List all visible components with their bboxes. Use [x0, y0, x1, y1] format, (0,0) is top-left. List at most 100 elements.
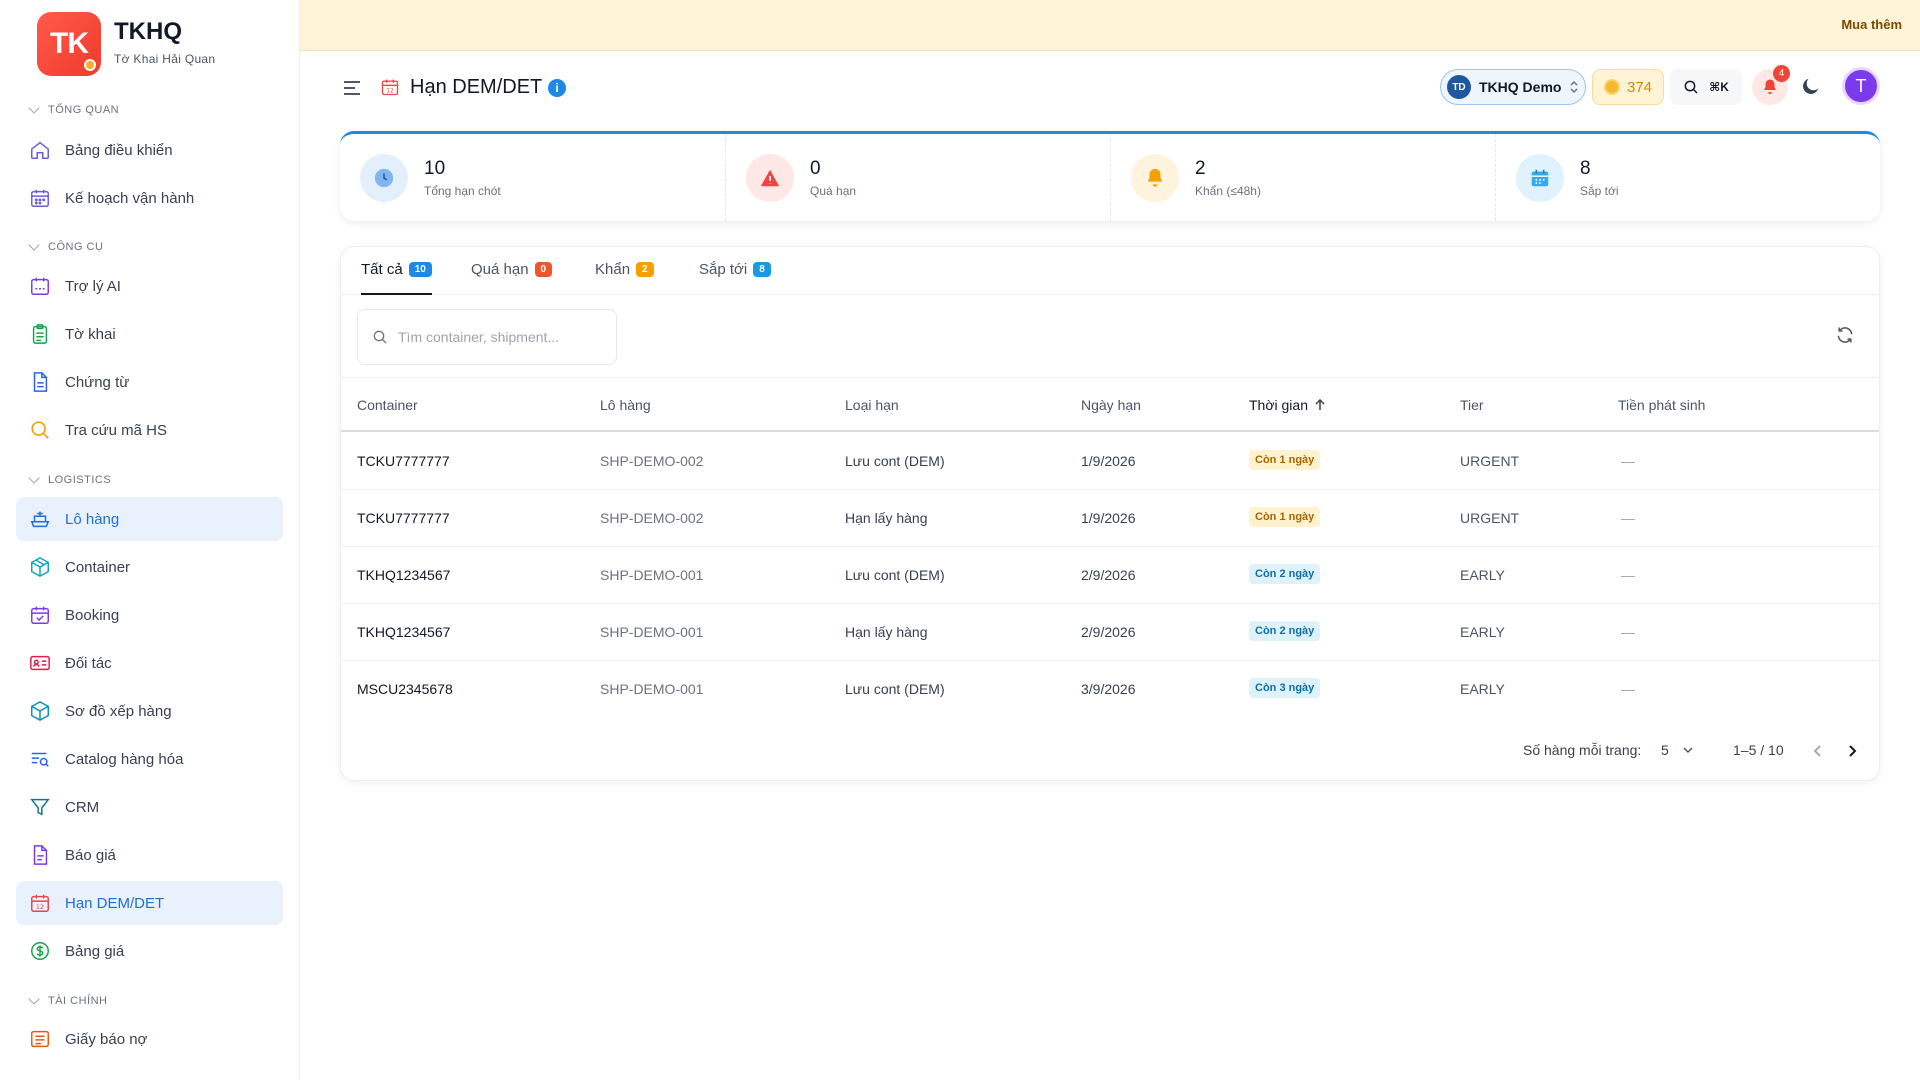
sidebar-item-operations-plan[interactable]: Kế hoạch vận hành: [16, 176, 283, 220]
svg-text:12: 12: [386, 88, 394, 94]
search-input[interactable]: [398, 329, 608, 345]
cell-deadline-type: Hạn lấy hàng: [845, 624, 928, 640]
page-header: 12 Hạn DEM/DET i TD TKHQ Demo 374 ⌘K 4 T: [300, 51, 1920, 131]
brand-subtitle: Tờ Khai Hải Quan: [114, 52, 216, 66]
cell-fees: —: [1621, 510, 1635, 526]
table-row[interactable]: TKHQ1234567 SHP-DEMO-001 Hạn lấy hàng 2/…: [341, 604, 1879, 661]
sidebar-item-debit-note[interactable]: Giấy báo nợ: [16, 1017, 283, 1061]
rows-per-page-select[interactable]: 5: [1661, 742, 1693, 758]
calendar-12-icon: 12: [381, 79, 399, 96]
sidebar-item-ai-assistant[interactable]: Trợ lý AI: [16, 264, 283, 308]
time-remaining-badge: Còn 3 ngày: [1249, 678, 1321, 698]
column-due-date[interactable]: Ngày hạn: [1081, 397, 1141, 413]
column-tier[interactable]: Tier: [1460, 397, 1484, 413]
cell-shipment[interactable]: SHP-DEMO-002: [600, 453, 703, 469]
moon-icon[interactable]: [1800, 75, 1822, 97]
sidebar-item-stowage-plan[interactable]: Sơ đồ xếp hàng: [16, 689, 283, 733]
sidebar-item-documents[interactable]: Chứng từ: [16, 360, 283, 404]
sidebar-item-shipments[interactable]: Lô hàng: [16, 497, 283, 541]
org-avatar: TD: [1447, 75, 1471, 99]
funnel-icon: [30, 798, 50, 816]
table-row[interactable]: TCKU7777777 SHP-DEMO-002 Lưu cont (DEM) …: [341, 433, 1879, 490]
brand-name: TKHQ: [114, 18, 182, 45]
organization-switcher[interactable]: TD TKHQ Demo: [1440, 69, 1586, 105]
column-fees[interactable]: Tiền phát sinh: [1618, 397, 1705, 413]
section-cong-cu[interactable]: CÔNG CỤ: [28, 239, 103, 253]
cell-due-date: 1/9/2026: [1081, 453, 1136, 469]
cell-tier: EARLY: [1460, 681, 1505, 697]
table-row[interactable]: TKHQ1234567 SHP-DEMO-001 Lưu cont (DEM) …: [341, 547, 1879, 604]
page-title: Hạn DEM/DET: [410, 76, 543, 98]
refresh-icon[interactable]: [1835, 325, 1855, 345]
stat-overdue: 0 Quá hạn: [725, 134, 1110, 221]
stat-label: Sắp tới: [1580, 183, 1619, 198]
tab-overdue[interactable]: Quá hạn 0: [471, 261, 553, 295]
org-name: TKHQ Demo: [1479, 79, 1562, 95]
table-row[interactable]: TCKU7777777 SHP-DEMO-002 Hạn lấy hàng 1/…: [341, 490, 1879, 547]
list-search-icon: [31, 752, 49, 767]
column-time-remaining[interactable]: Thời gian: [1249, 397, 1326, 413]
cell-tier: URGENT: [1460, 453, 1520, 469]
sidebar-item-dem-det[interactable]: 12 Hạn DEM/DET: [16, 881, 283, 925]
cell-shipment[interactable]: SHP-DEMO-002: [600, 510, 703, 526]
cell-fees: —: [1621, 567, 1635, 583]
brand-logo[interactable]: TK: [37, 12, 101, 76]
sidebar-item-booking[interactable]: Booking: [16, 593, 283, 637]
ship-icon: [30, 511, 50, 528]
cell-container: TCKU7777777: [357, 453, 450, 469]
stat-value: 8: [1580, 157, 1591, 179]
chevron-down-icon: [28, 102, 40, 114]
table-row[interactable]: MSCU2345678 SHP-DEMO-001 Lưu cont (DEM) …: [341, 661, 1879, 718]
command-search-button[interactable]: ⌘K: [1670, 69, 1742, 105]
buy-more-link[interactable]: Mua thêm: [1841, 17, 1902, 32]
credits-badge[interactable]: 374: [1592, 69, 1664, 105]
user-avatar[interactable]: T: [1842, 67, 1880, 105]
page-range: 1–5 / 10: [1733, 742, 1784, 758]
sidebar-item-partners[interactable]: Đối tác: [16, 641, 283, 685]
chevron-left-icon[interactable]: [1811, 744, 1825, 758]
box-icon: [31, 556, 49, 578]
filter-tabs: Tất cả 10 Quá hạn 0 Khẩn 2 Sắp tới 8: [341, 247, 1879, 295]
notifications-button[interactable]: 4: [1752, 65, 1790, 105]
chevron-down-icon: [28, 239, 40, 251]
stat-value: 2: [1195, 157, 1206, 179]
bell-icon: [1147, 168, 1163, 187]
stat-upcoming: 8 Sắp tới: [1495, 134, 1880, 221]
tab-urgent[interactable]: Khẩn 2: [595, 261, 654, 295]
cell-shipment[interactable]: SHP-DEMO-001: [600, 624, 703, 640]
receipt-icon: [31, 1030, 49, 1048]
stat-label: Quá hạn: [810, 183, 857, 198]
tab-upcoming[interactable]: Sắp tới 8: [699, 261, 771, 295]
sidebar-item-container[interactable]: Container: [16, 545, 283, 589]
calendar-icon: [31, 189, 49, 207]
file-icon: [33, 845, 48, 865]
rows-per-page-label: Số hàng mỗi trang:: [1523, 742, 1642, 758]
stat-urgent: 2 Khẩn (≤48h): [1110, 134, 1495, 221]
dollar-circle-icon: [31, 942, 49, 960]
cell-container: TKHQ1234567: [357, 567, 451, 583]
section-tong-quan[interactable]: TỔNG QUAN: [28, 102, 119, 116]
cell-shipment[interactable]: SHP-DEMO-001: [600, 681, 703, 697]
chevron-right-icon[interactable]: [1845, 744, 1859, 758]
sidebar-item-dashboard[interactable]: Bảng điều khiển: [16, 128, 283, 172]
sidebar-item-product-catalog[interactable]: Catalog hàng hóa: [16, 737, 283, 781]
section-tai-chinh[interactable]: TÀI CHÍNH: [28, 993, 108, 1007]
id-card-icon: [30, 655, 50, 671]
chevron-down-icon: [28, 993, 40, 1005]
sidebar-item-price-list[interactable]: Bảng giá: [16, 929, 283, 973]
calendar-check-icon: [31, 606, 49, 624]
tab-all[interactable]: Tất cả 10: [361, 261, 432, 295]
sidebar-item-quotes[interactable]: Báo giá: [16, 833, 283, 877]
calendar-icon: [1531, 169, 1549, 186]
cell-shipment[interactable]: SHP-DEMO-001: [600, 567, 703, 583]
sidebar-item-declarations[interactable]: Tờ khai: [16, 312, 283, 356]
section-logistics[interactable]: LOGISTICS: [28, 472, 111, 486]
column-container[interactable]: Container: [357, 397, 418, 413]
sidebar-item-hs-lookup[interactable]: Tra cứu mã HS: [16, 408, 283, 452]
menu-icon[interactable]: [342, 79, 362, 97]
column-deadline-type[interactable]: Loại hạn: [845, 397, 899, 413]
sidebar-item-crm[interactable]: CRM: [16, 785, 283, 829]
info-icon[interactable]: i: [548, 79, 566, 97]
home-icon: [31, 141, 49, 159]
column-shipment[interactable]: Lô hàng: [600, 397, 651, 413]
